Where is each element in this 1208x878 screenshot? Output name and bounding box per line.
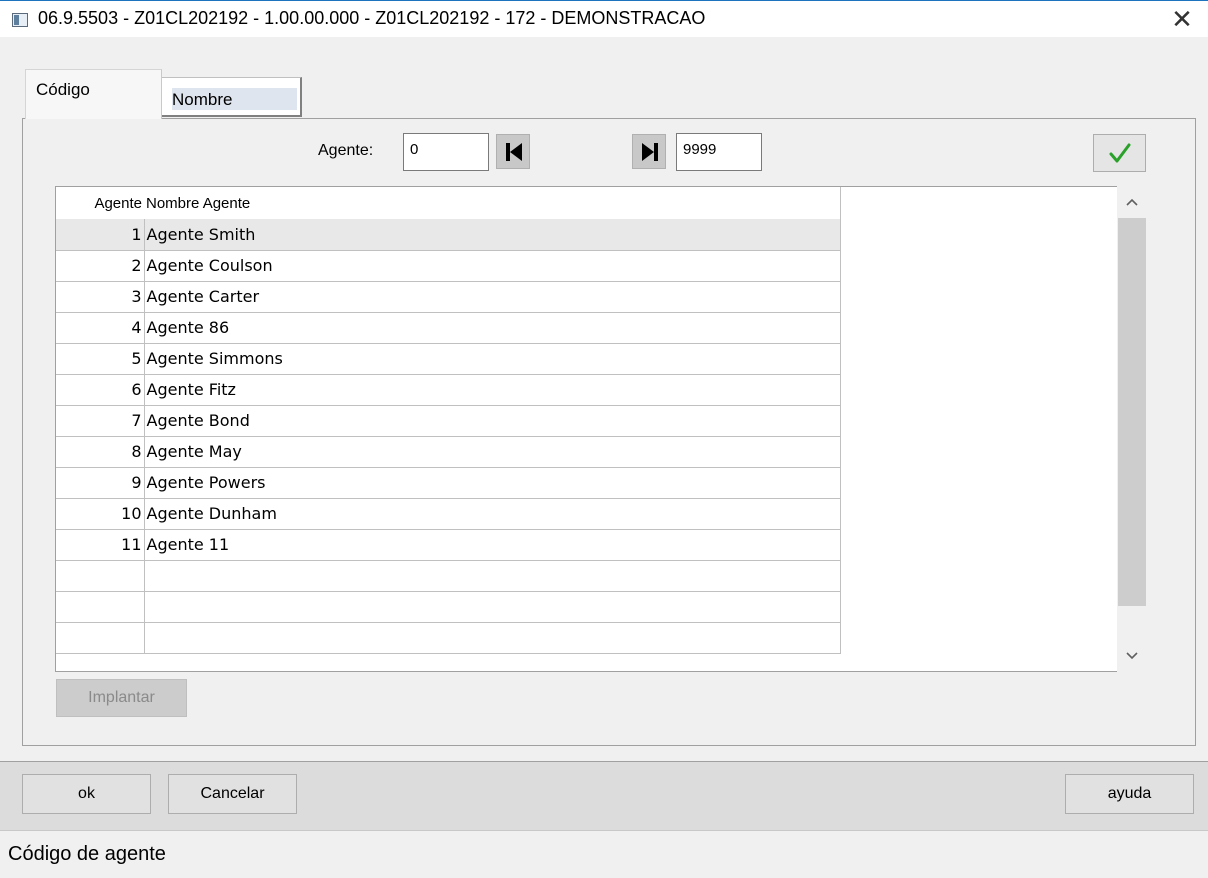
cell-agente-name: Agente Carter: [144, 281, 841, 313]
table-row[interactable]: 10 Agente Dunham: [56, 498, 841, 530]
app-window-icon: [12, 13, 28, 27]
cell-agente-number: 11: [56, 529, 145, 561]
status-bar: Código de agente: [0, 830, 1208, 878]
cell-agente-name: [144, 591, 841, 623]
cell-agente-name: Agente Dunham: [144, 498, 841, 530]
table-row[interactable]: 5 Agente Simmons: [56, 343, 841, 375]
tab-nombre-label: Nombre: [172, 90, 233, 109]
cell-agente-number: 4: [56, 312, 145, 344]
dialog-window: 06.9.5503 - Z01CL202192 - 1.00.00.000 - …: [0, 0, 1208, 878]
green-checkmark-icon: [1109, 143, 1130, 163]
close-button[interactable]: ✕: [1160, 3, 1204, 35]
cell-agente-number: [56, 560, 145, 592]
tab-codigo-label: Código: [36, 80, 90, 99]
table-row[interactable]: 4 Agente 86: [56, 312, 841, 344]
table-row[interactable]: 1 Agente Smith: [56, 219, 841, 251]
cell-agente-number: 1: [56, 219, 145, 251]
table-header-row: Agente Nombre Agente: [56, 187, 841, 219]
skip-to-first-button[interactable]: [496, 134, 530, 169]
scroll-up-button[interactable]: [1117, 186, 1147, 218]
cell-agente-number: 9: [56, 467, 145, 499]
cell-agente-number: [56, 591, 145, 623]
cell-agente-number: 7: [56, 405, 145, 437]
table-row[interactable]: [56, 591, 841, 623]
agente-to-input[interactable]: 9999: [676, 133, 762, 171]
cell-agente-name: Agente Fitz: [144, 374, 841, 406]
table-row[interactable]: 7 Agente Bond: [56, 405, 841, 437]
skip-to-last-icon: [642, 143, 658, 161]
cell-agente-number: 10: [56, 498, 145, 530]
agents-table-body: Agente Nombre Agente 1 Agente Smith 2 Ag…: [56, 187, 841, 654]
window-title: 06.9.5503 - Z01CL202192 - 1.00.00.000 - …: [38, 8, 706, 28]
table-row[interactable]: [56, 622, 841, 654]
table-row[interactable]: 2 Agente Coulson: [56, 250, 841, 282]
cell-agente-name: Agente May: [144, 436, 841, 468]
cell-agente-name: Agente Coulson: [144, 250, 841, 282]
cell-agente-name: Agente Smith: [144, 219, 841, 251]
cell-agente-name: Agente 86: [144, 312, 841, 344]
help-button[interactable]: ayuda: [1065, 774, 1194, 814]
cell-agente-name: [144, 622, 841, 654]
cell-agente-name: Agente Bond: [144, 405, 841, 437]
column-header-nombre-agente[interactable]: Nombre Agente: [144, 187, 841, 219]
title-bar: 06.9.5503 - Z01CL202192 - 1.00.00.000 - …: [0, 1, 1208, 37]
cell-agente-name: Agente 11: [144, 529, 841, 561]
table-row[interactable]: 3 Agente Carter: [56, 281, 841, 313]
chevron-down-icon: [1126, 652, 1138, 660]
table-vertical-scrollbar[interactable]: [1117, 186, 1147, 672]
table-row[interactable]: 11 Agente 11: [56, 529, 841, 561]
confirm-filter-button[interactable]: [1093, 134, 1146, 172]
ok-button[interactable]: ok: [22, 774, 151, 814]
agente-range-label: Agente:: [318, 142, 374, 159]
cell-agente-number: 6: [56, 374, 145, 406]
table-row[interactable]: 8 Agente May: [56, 436, 841, 468]
cell-agente-number: 3: [56, 281, 145, 313]
table-row[interactable]: 9 Agente Powers: [56, 467, 841, 499]
cell-agente-name: [144, 560, 841, 592]
cell-agente-number: 2: [56, 250, 145, 282]
cell-agente-name: Agente Simmons: [144, 343, 841, 375]
scroll-down-button[interactable]: [1117, 640, 1147, 672]
cell-agente-number: 8: [56, 436, 145, 468]
column-header-agente[interactable]: Agente: [56, 187, 144, 219]
tab-nombre[interactable]: Nombre: [162, 77, 302, 117]
skip-to-last-button[interactable]: [632, 134, 666, 169]
table-row[interactable]: [56, 560, 841, 592]
scroll-thumb[interactable]: [1118, 218, 1146, 606]
agents-table: Agente Nombre Agente 1 Agente Smith 2 Ag…: [55, 186, 1147, 672]
cell-agente-number: 5: [56, 343, 145, 375]
status-text: Código de agente: [8, 843, 166, 865]
cell-agente-number: [56, 622, 145, 654]
skip-to-first-icon: [506, 143, 522, 161]
table-row[interactable]: 6 Agente Fitz: [56, 374, 841, 406]
implantar-button[interactable]: Implantar: [56, 679, 187, 717]
cell-agente-name: Agente Powers: [144, 467, 841, 499]
tab-codigo[interactable]: Código: [25, 69, 162, 119]
chevron-up-icon: [1126, 198, 1138, 206]
agente-from-input[interactable]: 0: [403, 133, 489, 171]
cancel-button[interactable]: Cancelar: [168, 774, 297, 814]
